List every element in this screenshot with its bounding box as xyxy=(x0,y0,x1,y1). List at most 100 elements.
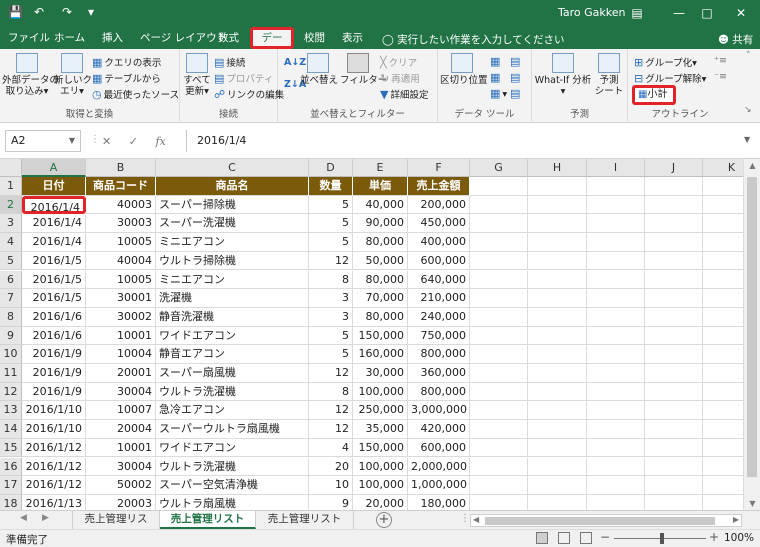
table-cell[interactable]: 2016/1/13 xyxy=(22,494,86,510)
column-header-e[interactable]: E xyxy=(353,159,408,177)
user-name[interactable]: Taro Gakken xyxy=(558,6,626,19)
table-cell[interactable]: 20003 xyxy=(86,494,156,510)
table-cell[interactable]: スーパー掃除機 xyxy=(156,195,309,215)
what-if-analysis-button[interactable]: What-If 分析 ▾ xyxy=(534,53,592,97)
table-cell[interactable]: 750,000 xyxy=(408,326,470,346)
table-cell[interactable]: 80,000 xyxy=(353,233,408,252)
customize-qat-icon[interactable]: ▾ xyxy=(88,5,94,19)
table-cell[interactable]: 800,000 xyxy=(408,382,470,402)
hide-detail-icon[interactable]: ⁻≡ xyxy=(714,71,727,82)
table-cell[interactable]: 100,000 xyxy=(353,457,408,477)
table-cell[interactable]: 2016/1/12 xyxy=(22,438,86,458)
table-cell[interactable] xyxy=(470,345,528,364)
column-header-j[interactable]: J xyxy=(645,159,703,177)
table-header-cell[interactable]: 日付 xyxy=(22,177,86,196)
expand-formula-bar-icon[interactable]: ▼ xyxy=(744,135,750,144)
row-header-11[interactable]: 11 xyxy=(0,364,22,383)
text-to-columns-button[interactable]: 区切り位置 xyxy=(440,53,488,86)
next-sheet-icon[interactable]: ▶ xyxy=(42,513,49,523)
tab-review[interactable]: 校閲 xyxy=(300,30,329,49)
table-cell[interactable] xyxy=(528,494,587,510)
table-cell[interactable]: ミニエアコン xyxy=(156,270,309,290)
page-layout-view-icon[interactable] xyxy=(558,532,570,544)
table-cell[interactable] xyxy=(470,382,528,402)
horizontal-scrollbar[interactable]: ◀ ▶ xyxy=(470,514,742,527)
table-header-cell[interactable] xyxy=(470,177,528,196)
vertical-scroll-thumb[interactable] xyxy=(747,177,757,477)
column-header-g[interactable]: G xyxy=(470,159,528,177)
table-cell[interactable] xyxy=(587,345,645,364)
table-cell[interactable]: 10 xyxy=(309,476,353,495)
table-cell[interactable]: 8 xyxy=(309,270,353,290)
table-cell[interactable] xyxy=(587,401,645,421)
select-all-corner[interactable] xyxy=(0,159,22,177)
table-cell[interactable]: 40003 xyxy=(86,195,156,215)
table-cell[interactable] xyxy=(645,270,703,290)
table-cell[interactable]: 20004 xyxy=(86,420,156,439)
save-icon[interactable]: 💾 xyxy=(8,5,23,19)
insert-function-icon[interactable]: fx xyxy=(155,135,165,148)
table-cell[interactable]: 450,000 xyxy=(408,214,470,234)
table-cell[interactable] xyxy=(587,307,645,327)
table-cell[interactable]: 20001 xyxy=(86,364,156,383)
table-cell[interactable] xyxy=(587,251,645,271)
refresh-all-button[interactable]: すべて 更新▾ xyxy=(182,53,212,97)
table-cell[interactable]: 12 xyxy=(309,364,353,383)
table-cell[interactable] xyxy=(528,289,587,308)
table-cell[interactable] xyxy=(528,382,587,402)
table-cell[interactable] xyxy=(470,438,528,458)
data-validation-icon[interactable]: ▦ ▾ xyxy=(490,87,507,100)
table-cell[interactable]: ワイドエアコン xyxy=(156,438,309,458)
subtotal-button[interactable]: ▦小計 xyxy=(632,85,676,105)
table-header-cell[interactable]: 単価 xyxy=(353,177,408,196)
table-cell[interactable]: 30,000 xyxy=(353,364,408,383)
table-cell[interactable]: 5 xyxy=(309,233,353,252)
data-model-icon[interactable]: ▤ xyxy=(510,87,522,100)
recent-sources-button[interactable]: ◷ 最近使ったソース xyxy=(92,87,179,101)
table-cell[interactable]: 600,000 xyxy=(408,251,470,271)
table-cell[interactable] xyxy=(587,214,645,234)
table-cell[interactable] xyxy=(528,457,587,477)
table-cell[interactable] xyxy=(528,307,587,327)
table-header-cell[interactable]: 売上金額 xyxy=(408,177,470,196)
table-cell[interactable]: ウルトラ掃除機 xyxy=(156,251,309,271)
table-cell[interactable]: 3 xyxy=(309,289,353,308)
table-cell[interactable]: 2016/1/10 xyxy=(22,401,86,421)
table-cell[interactable] xyxy=(528,195,587,215)
active-cell-a2[interactable]: 2016/1/4 xyxy=(22,195,86,215)
add-sheet-icon[interactable]: + xyxy=(376,512,392,528)
table-cell[interactable] xyxy=(470,270,528,290)
table-cell[interactable]: 150,000 xyxy=(353,438,408,458)
table-cell[interactable] xyxy=(645,233,703,252)
table-cell[interactable]: 2016/1/12 xyxy=(22,457,86,477)
table-cell[interactable]: スーパー扇風機 xyxy=(156,364,309,383)
column-header-c[interactable]: C xyxy=(156,159,309,177)
table-cell[interactable]: 200,000 xyxy=(408,195,470,215)
table-cell[interactable] xyxy=(587,457,645,477)
row-header-6[interactable]: 6 xyxy=(0,270,22,290)
table-cell[interactable] xyxy=(645,494,703,510)
table-cell[interactable]: 210,000 xyxy=(408,289,470,308)
zoom-level[interactable]: 100% xyxy=(724,532,754,544)
table-cell[interactable] xyxy=(470,233,528,252)
table-cell[interactable]: 70,000 xyxy=(353,289,408,308)
row-header-4[interactable]: 4 xyxy=(0,233,22,252)
table-cell[interactable] xyxy=(645,345,703,364)
table-cell[interactable]: ミニエアコン xyxy=(156,233,309,252)
row-header-16[interactable]: 16 xyxy=(0,457,22,477)
table-cell[interactable]: 30003 xyxy=(86,214,156,234)
row-header-7[interactable]: 7 xyxy=(0,289,22,308)
table-cell[interactable]: 50,000 xyxy=(353,251,408,271)
name-box[interactable]: A2 ▼ xyxy=(5,130,81,152)
tab-file[interactable]: ファイル xyxy=(4,30,54,49)
tab-formulas[interactable]: 数式 xyxy=(214,30,243,49)
close-icon[interactable]: ✕ xyxy=(730,3,752,23)
table-cell[interactable]: 600,000 xyxy=(408,438,470,458)
table-cell[interactable]: 5 xyxy=(309,214,353,234)
table-cell[interactable] xyxy=(528,326,587,346)
sheet-tab-3[interactable]: 売上管理リスト (3) xyxy=(256,511,354,542)
table-cell[interactable] xyxy=(470,457,528,477)
table-cell[interactable]: 9 xyxy=(309,494,353,510)
table-cell[interactable]: 洗濯機 xyxy=(156,289,309,308)
table-cell[interactable]: 80,000 xyxy=(353,270,408,290)
